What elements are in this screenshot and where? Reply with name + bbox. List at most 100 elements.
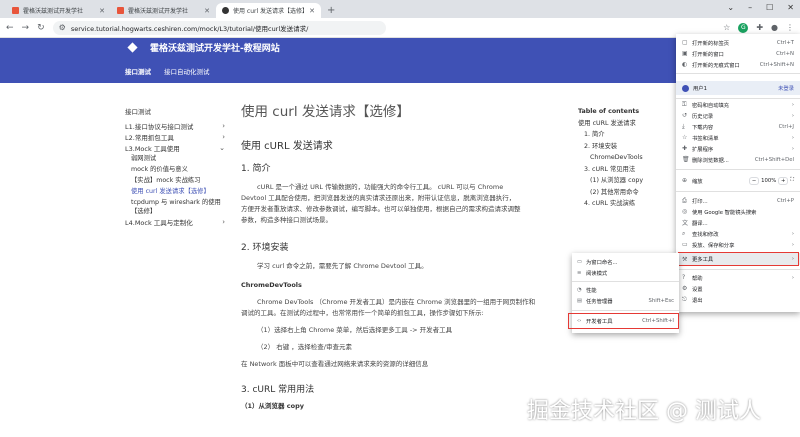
settings-icon: ⚙ — [682, 285, 688, 292]
menu-item-history[interactable]: ↺ 历史记录 › — [676, 110, 800, 121]
menu-divider — [676, 73, 800, 74]
chevron-right-icon: › — [222, 121, 225, 130]
maximize-icon[interactable]: ☐ — [766, 3, 773, 12]
menu-label: 使用 Google 智能镜头搜索 — [692, 209, 757, 216]
paragraph-line: Chrome DevTools （Chrome 开发者工具）是内嵌在 Chrom… — [257, 298, 536, 306]
menu-item-settings[interactable]: ⚙ 设置 — [676, 283, 800, 294]
incognito-icon: ◐ — [682, 61, 688, 68]
chrome-menu-icon[interactable]: ⋮ — [786, 23, 794, 32]
tab-strip: 霍格沃兹测试开发学社 ✕ 霍格沃兹测试开发学社 ✕ 使用 curl 发送请求【选… — [0, 0, 800, 18]
toc-item[interactable]: ChromeDevTools — [578, 152, 678, 164]
profile-icon[interactable]: ● — [771, 23, 778, 32]
close-tab-icon[interactable]: ✕ — [99, 7, 105, 15]
section-heading: 1. 简介 — [241, 164, 271, 174]
nav-tab-api-testing[interactable]: 接口测试 — [125, 66, 151, 76]
close-tab-icon[interactable]: ✕ — [204, 7, 210, 15]
toc-item[interactable]: (2) 其他常用命令 — [578, 187, 678, 199]
menu-item-lens[interactable]: ◎ 使用 Google 智能镜头搜索 — [676, 206, 800, 217]
menu-item-print[interactable]: ⎙ 打印... Ctrl+P — [676, 195, 800, 206]
minimize-icon[interactable]: – — [748, 3, 752, 12]
sidebar-item-l4[interactable]: L4.Mock 工具与定制化 › — [125, 216, 225, 227]
menu-item-incognito[interactable]: ◐ 打开新的无痕式窗口 Ctrl+Shift+N — [676, 59, 800, 70]
zoom-out-button[interactable]: − — [749, 176, 760, 185]
back-icon[interactable]: ← — [6, 23, 14, 33]
close-tab-icon[interactable]: ✕ — [309, 7, 315, 15]
toc-item[interactable]: 使用 cURL 发送请求 — [578, 118, 678, 130]
toc-item[interactable]: 4. cURL 实战演练 — [578, 198, 678, 210]
menu-item-cast[interactable]: ▭ 投放、保存和分享 › — [676, 239, 800, 250]
zoom-in-button[interactable]: + — [778, 176, 789, 185]
sidebar-subitem[interactable]: mock 的价值与意义 — [125, 164, 225, 175]
browser-tab[interactable]: 霍格沃兹测试开发学社 ✕ — [6, 3, 111, 18]
browser-tab[interactable]: 霍格沃兹测试开发学社 ✕ — [111, 3, 216, 18]
menu-item-new-window[interactable]: ▣ 打开新的窗口 Ctrl+N — [676, 48, 800, 59]
menu-item-exit[interactable]: ⎋ 退出 — [676, 294, 800, 305]
site-favicon-icon — [12, 7, 19, 14]
site-info-icon[interactable]: ⚙ — [59, 23, 66, 32]
browser-tab-active[interactable]: 使用 curl 发送请求【选修】 ✕ — [216, 3, 321, 18]
menu-label: 性能 — [586, 287, 597, 294]
sidebar-subitem-active[interactable]: 使用 curl 发送请求【选修】 — [125, 186, 225, 197]
menu-item-new-tab[interactable]: ▢ 打开新的标签页 Ctrl+T — [676, 37, 800, 48]
extension-icon[interactable]: G — [738, 22, 749, 33]
submenu-item-task-manager[interactable]: ▤ 任务管理器 Shift+Esc — [572, 295, 679, 306]
sidebar-item-label: L3.Mock 工具使用 — [125, 144, 180, 153]
menu-label: 设置 — [692, 286, 703, 293]
address-bar[interactable]: ⚙ service.tutorial.hogwarts.ceshiren.com… — [52, 20, 386, 35]
bookmark-star-icon[interactable]: ☆ — [723, 23, 730, 32]
menu-label: 删除浏览数据... — [692, 157, 729, 164]
forward-icon[interactable]: → — [22, 23, 30, 33]
nav-tab-api-automation[interactable]: 接口自动化测试 — [164, 66, 210, 76]
menu-item-translate[interactable]: 文翻译... — [676, 217, 800, 228]
menu-item-passwords[interactable]: ⚿ 密码和自动填充 › — [676, 99, 800, 110]
menu-divider — [676, 191, 800, 192]
key-icon: ⚿ — [682, 100, 687, 108]
site-favicon-icon — [117, 7, 124, 14]
paragraph-line: 方便开发者重放请求、修改参数调试，编写脚本。也可以单独使用，根据自己的需求构造请… — [241, 205, 521, 213]
paragraph-line: 学习 curl 命令之前，需要先了解 Chrome Devtool 工具。 — [257, 262, 428, 270]
chevron-right-icon: › — [222, 217, 225, 226]
menu-item-bookmarks[interactable]: ☆ 书签和清单 › — [676, 132, 800, 143]
site-title[interactable]: 霍格沃兹测试开发学社-教程网站 — [150, 41, 280, 54]
highlight-box-devtools — [568, 313, 679, 329]
menu-item-profile[interactable]: 用户1 未登录 — [676, 81, 800, 95]
section-heading: 2. 环境安装 — [241, 243, 289, 253]
tab-search-icon[interactable]: ⌄ — [727, 3, 734, 12]
menu-item-help[interactable]: ? 帮助 › — [676, 272, 800, 283]
menu-item-zoom: ⊕ 缩放 − 100% + ⛶ — [676, 175, 800, 186]
menu-label: 退出 — [692, 297, 703, 304]
sidebar-item-l3[interactable]: L3.Mock 工具使用 ⌄ — [125, 142, 225, 153]
submenu-item-performance[interactable]: ◔ 性能 — [572, 284, 679, 295]
sidebar-subitem[interactable]: tcpdump 与 wireshark 的使用 — [125, 199, 225, 207]
lens-icon: ◎ — [682, 208, 688, 215]
sidebar-item-l1[interactable]: L1.接口协议与接口测试 › — [125, 120, 225, 131]
menu-shortcut: Ctrl+T — [776, 39, 794, 46]
menu-item-downloads[interactable]: ⤓ 下载内容 Ctrl+J — [676, 121, 800, 132]
close-window-icon[interactable]: ✕ — [787, 3, 794, 12]
new-tab-icon[interactable]: + — [327, 5, 335, 16]
performance-icon: ◔ — [577, 286, 582, 293]
reload-icon[interactable]: ↻ — [37, 23, 45, 33]
submenu-item-reading-mode[interactable]: ≡ 阅读模式 — [572, 267, 679, 278]
menu-item-extensions[interactable]: ✚ 扩展程序 › — [676, 143, 800, 154]
submenu-item-name-window[interactable]: ▭ 为窗口命名... — [572, 256, 679, 267]
menu-item-find[interactable]: ⌕ 查找和修改 › — [676, 228, 800, 239]
paragraph-line: cURL 是一个通过 URL 传输数据的，功能强大的命令行工具。 cURL 可以… — [257, 183, 504, 191]
sidebar-subitem-cont[interactable]: 【选修】 — [125, 207, 225, 216]
translate-icon: 文 — [682, 220, 689, 227]
menu-label: 打开新的无痕式窗口 — [692, 62, 740, 69]
extensions-puzzle-icon[interactable]: ✚ — [756, 23, 763, 32]
menu-divider — [676, 169, 800, 170]
toc-item[interactable]: 3. cURL 常见用法 — [578, 164, 678, 176]
menu-item-clear-data[interactable]: 🗑 删除浏览数据... Ctrl+Shift+Del — [676, 154, 800, 165]
sidebar-subitem[interactable]: 【实战】mock 实战练习 — [125, 175, 225, 186]
menu-label: 缩放 — [692, 178, 703, 185]
toc-item[interactable]: 2. 环境安装 — [578, 141, 678, 153]
sidebar-item-l2[interactable]: L2.常用抓包工具 › — [125, 131, 225, 142]
toc-item[interactable]: (1) 从浏览器 copy — [578, 175, 678, 187]
menu-label: 密码和自动填充 — [692, 102, 730, 109]
fullscreen-icon[interactable]: ⛶ — [790, 177, 794, 184]
chevron-right-icon: › — [791, 145, 794, 152]
toc-item[interactable]: 1. 简介 — [578, 129, 678, 141]
sidebar-subitem[interactable]: 弱网测试 — [125, 153, 225, 164]
